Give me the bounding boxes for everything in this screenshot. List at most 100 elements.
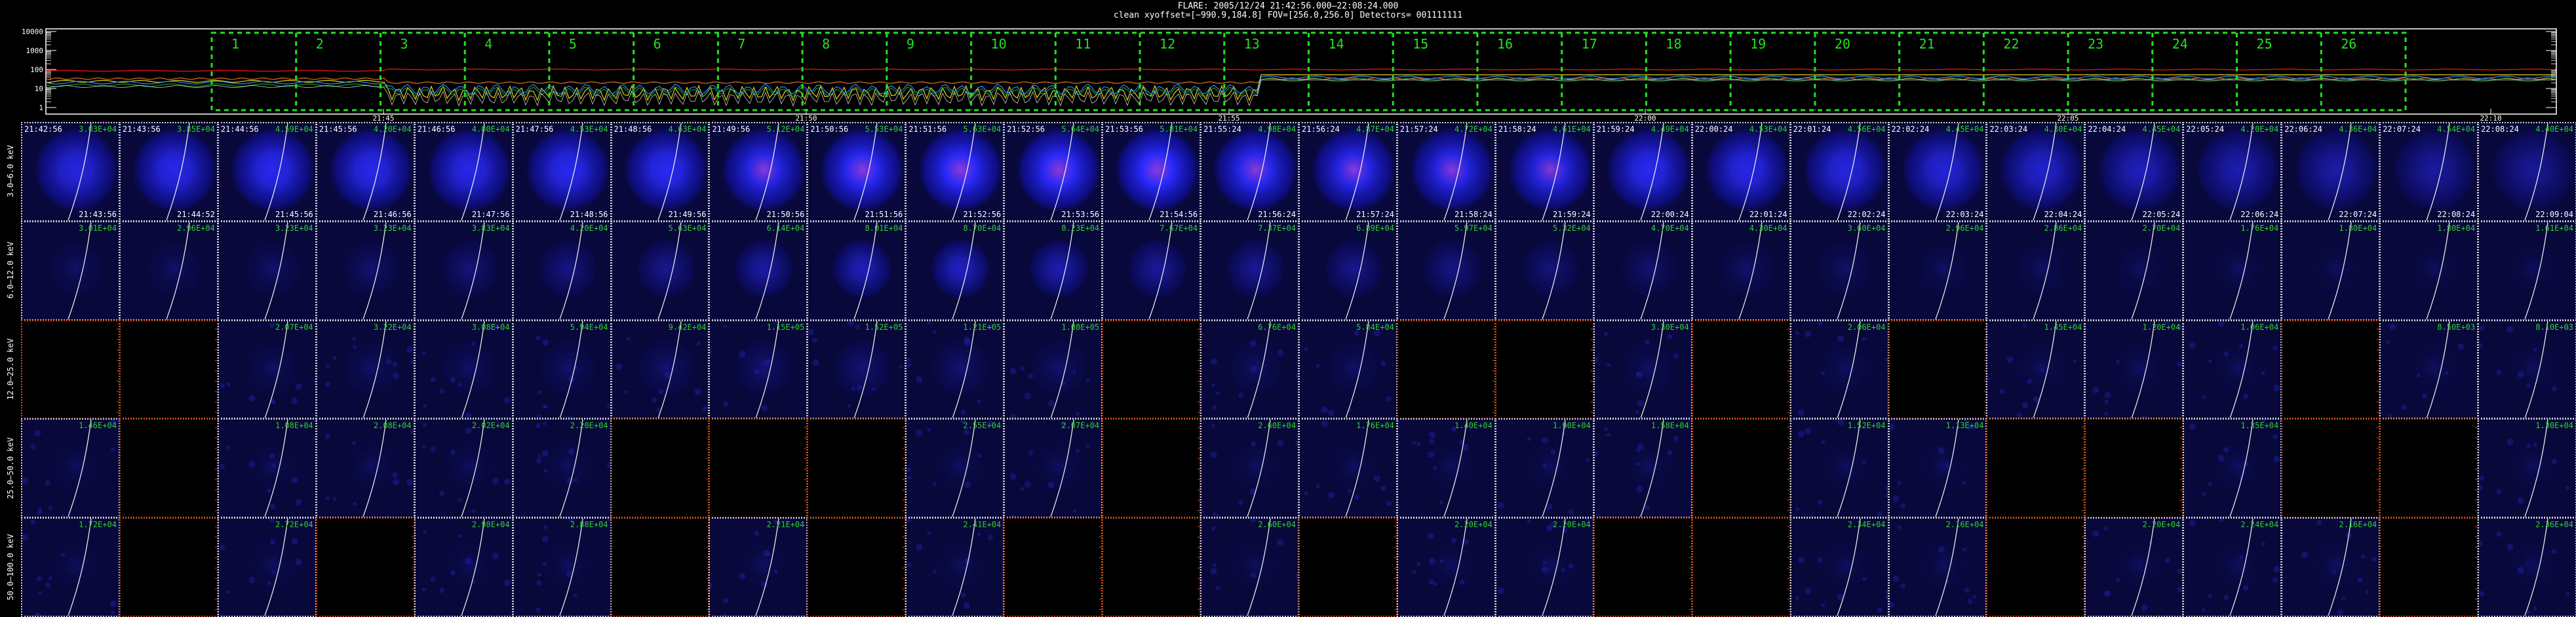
empty-image-cell (1102, 418, 1201, 519)
noise-blob (325, 496, 330, 501)
noise-blob (1594, 450, 1599, 458)
noise-blob (808, 328, 815, 335)
image-map (129, 123, 217, 220)
interval-number: 9 (907, 36, 914, 52)
noise-blob (907, 563, 912, 567)
peak-value: 2.02E+04 (471, 421, 510, 431)
noise-blob (927, 531, 931, 536)
interval-start-time: 21:44:56 (220, 125, 259, 134)
peak-value: 4.98E+04 (1258, 125, 1296, 134)
noise-blob (1211, 424, 1216, 428)
noise-blob (537, 390, 541, 395)
image-cell: 2.60E+04 (1200, 517, 1299, 617)
noise-blob (2526, 610, 2531, 614)
noise-blob (927, 428, 931, 433)
source-emission (2107, 236, 2173, 302)
image-map (1889, 519, 1977, 616)
lightcurve-panel: 10000 1000 100 10 1 21:45 21:50 21:55 22:00 22:05… (0, 24, 2576, 122)
noise-blob (2104, 399, 2109, 404)
source-emission (1419, 433, 1485, 499)
interval-number: 22 (2003, 36, 2019, 52)
peak-value: 4.30E+04 (1749, 223, 1787, 233)
empty-image-cell (610, 517, 710, 617)
peak-value: 1.21E+05 (963, 322, 1002, 332)
noise-blob (2040, 367, 2044, 372)
image-map (1594, 321, 1681, 418)
axis-ticks (903, 526, 905, 610)
curve-3-6-kev (45, 68, 2556, 72)
noise-blob (1251, 441, 1257, 447)
interval-end-time: 21:56:24 (1258, 209, 1296, 219)
noise-blob (295, 383, 302, 390)
noise-blob (503, 397, 511, 404)
peak-value: 1.40E+04 (1454, 421, 1493, 431)
noise-blob (1892, 495, 1899, 502)
noise-blob (1938, 546, 1945, 553)
image-map (817, 123, 905, 220)
noise-blob (34, 429, 41, 437)
noise-blob (2189, 342, 2196, 349)
noise-blob (1804, 330, 1811, 337)
peak-value: 1.80E+04 (2339, 223, 2377, 233)
peak-value: 1.06E+04 (2240, 322, 2279, 332)
image-cell: 21:51:56 21:52:56 5.63E+04 (905, 122, 1005, 222)
peak-value: 4.45E+04 (2142, 125, 2181, 134)
noise-blob (503, 479, 511, 486)
empty-image-cell (807, 418, 907, 519)
noise-blob (1636, 485, 1643, 492)
x-tick-label: 22:05 (2057, 114, 2078, 122)
image-cell: 21:57:24 21:58:24 4.72E+04 (1396, 122, 1496, 222)
noise-blob (1439, 500, 1444, 505)
source-emission (2291, 124, 2379, 215)
image-map (1201, 321, 1298, 418)
source-emission (1616, 334, 1681, 400)
peak-value: 6.89E+04 (1356, 223, 1394, 233)
noise-blob (1009, 473, 1017, 481)
interval-start-time: 21:50:56 (810, 125, 849, 134)
image-map (2092, 519, 2183, 616)
image-map (220, 519, 315, 616)
image-map (2304, 222, 2370, 319)
noise-blob (1966, 599, 1972, 605)
source-emission (1702, 124, 1789, 215)
noise-blob (1048, 481, 1055, 488)
source-emission (2402, 236, 2468, 302)
peak-value: 2.96E+04 (1945, 223, 1984, 233)
noise-blob (1527, 519, 1531, 524)
noise-blob (450, 376, 456, 382)
image-map (326, 123, 414, 220)
image-cell: 2.16E+04 (2281, 517, 2381, 617)
noise-blob (439, 388, 444, 393)
noise-blob (1550, 449, 1556, 455)
noise-blob (1644, 505, 1650, 511)
image-cell: 8.23E+04 (1004, 220, 1103, 321)
image-cell: 5.63E+04 (610, 220, 710, 321)
image-map (421, 420, 511, 517)
image-cell: 6.76E+04 (1200, 319, 1299, 420)
noise-blob (1637, 399, 1644, 407)
source-emission (437, 334, 502, 400)
peak-value: 1.35E+04 (2240, 421, 2279, 431)
noise-blob (2533, 606, 2537, 610)
noise-blob (220, 545, 225, 551)
empty-image-cell (1298, 517, 1397, 617)
noise-blob (1210, 358, 1217, 365)
image-cell: 2.70E+04 (2084, 220, 2184, 321)
noise-blob (1386, 501, 1392, 507)
noise-blob (1673, 353, 1679, 359)
noise-blob (1021, 366, 1025, 370)
peak-value: 4.40E+04 (2535, 125, 2573, 134)
interval-end-time: 22:09:04 (2535, 209, 2573, 219)
interval-end-time: 21:52:56 (963, 209, 1002, 219)
noise-blob (450, 570, 456, 576)
source-emission (928, 334, 994, 400)
noise-blob (2357, 577, 2363, 583)
image-map (324, 321, 414, 418)
peak-value: 2.20E+04 (1454, 520, 1493, 530)
source-emission (2304, 236, 2370, 302)
noise-blob (1249, 340, 1257, 347)
image-map (2189, 519, 2280, 616)
image-map (1308, 123, 1396, 220)
noise-blob (430, 376, 436, 382)
peak-value: 5.63E+04 (963, 125, 1002, 134)
